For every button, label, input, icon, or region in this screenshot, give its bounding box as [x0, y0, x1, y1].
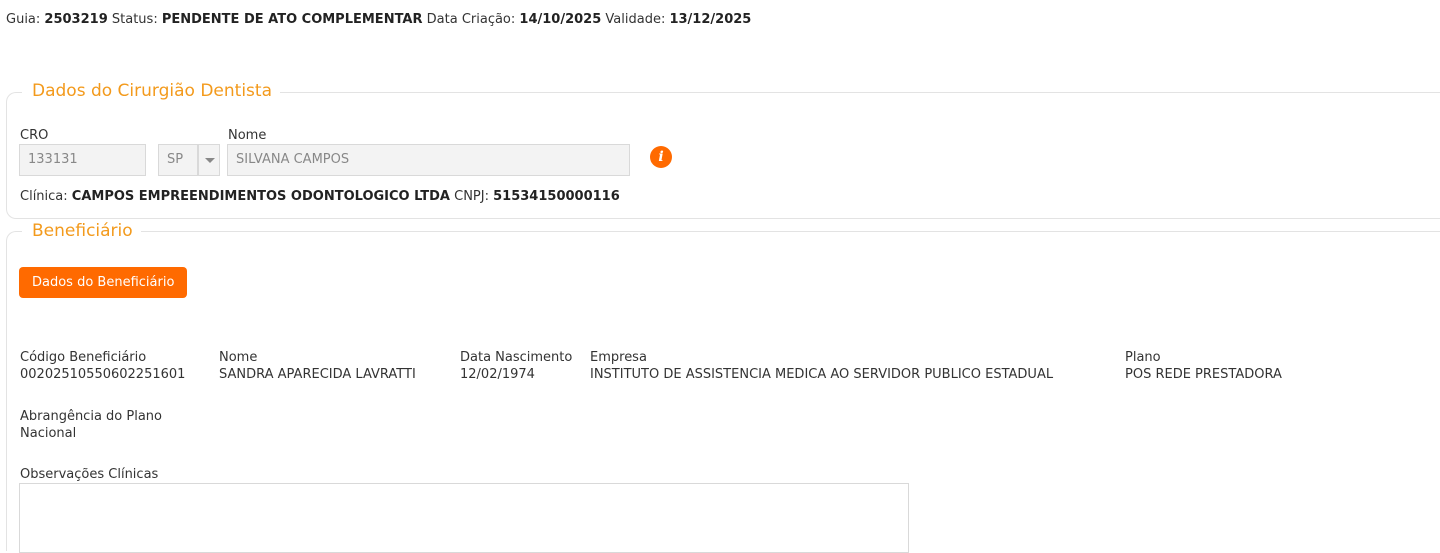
guia-label: Guia:: [6, 12, 41, 27]
plan-label: Plano: [1125, 350, 1161, 365]
creation-date-label: Data Criação:: [426, 12, 516, 27]
uf-select[interactable]: SP: [158, 144, 198, 176]
chevron-down-icon[interactable]: [198, 144, 220, 176]
plan-coverage-label: Abrangência do Plano: [20, 409, 162, 424]
guia-number: 2503219: [44, 12, 108, 27]
cro-field[interactable]: 133131: [19, 144, 146, 176]
beneficiary-data-button[interactable]: Dados do Beneficiário: [19, 267, 188, 298]
dentist-name-label: Nome: [228, 128, 267, 143]
beneficiary-code-value: 00202510550602251601: [20, 367, 186, 382]
clinic-name: CAMPOS EMPREENDIMENTOS ODONTOLOGICO LTDA: [71, 189, 450, 204]
status-label: Status:: [111, 12, 158, 27]
plan-coverage-value: Nacional: [20, 426, 77, 441]
info-icon[interactable]: i: [650, 146, 672, 168]
plan: Plano POS REDE PRESTADORA: [1125, 349, 1282, 383]
birth-date-label: Data Nascimento: [460, 350, 573, 365]
creation-date-value: 14/10/2025: [519, 12, 602, 27]
beneficiary-section-title: Beneficiário: [22, 221, 141, 241]
clinical-notes-textarea[interactable]: [19, 483, 909, 553]
validity-label: Validade:: [605, 12, 666, 27]
plan-value: POS REDE PRESTADORA: [1125, 367, 1282, 382]
company: Empresa INSTITUTO DE ASSISTENCIA MEDICA …: [590, 349, 1053, 383]
clinic-label: Clínica:: [20, 189, 68, 204]
validity-value: 13/12/2025: [669, 12, 752, 27]
clinical-notes-label: Observações Clínicas: [20, 467, 159, 482]
beneficiary-name: Nome SANDRA APARECIDA LAVRATTI: [219, 349, 416, 383]
cro-label: CRO: [20, 128, 49, 143]
dentist-name-field[interactable]: SILVANA CAMPOS: [227, 144, 630, 176]
birth-date-value: 12/02/1974: [460, 367, 535, 382]
birth-date: Data Nascimento 12/02/1974: [460, 349, 572, 383]
beneficiary-code-label: Código Beneficiário: [20, 350, 147, 365]
clinic-info: Clínica: CAMPOS EMPREENDIMENTOS ODONTOLO…: [20, 189, 620, 204]
status-value: PENDENTE DE ATO COMPLEMENTAR: [161, 12, 423, 27]
beneficiary-name-value: SANDRA APARECIDA LAVRATTI: [219, 367, 416, 382]
guia-summary: Guia: 2503219 Status: PENDENTE DE ATO CO…: [6, 12, 751, 27]
company-value: INSTITUTO DE ASSISTENCIA MEDICA AO SERVI…: [590, 367, 1054, 382]
company-label: Empresa: [590, 350, 647, 365]
beneficiary-code: Código Beneficiário 00202510550602251601: [20, 349, 185, 383]
cnpj-value: 51534150000116: [493, 189, 620, 204]
beneficiary-name-label: Nome: [219, 350, 258, 365]
cnpj-label: CNPJ:: [454, 189, 489, 204]
plan-coverage: Abrangência do Plano Nacional: [20, 408, 162, 442]
dentist-section-title: Dados do Cirurgião Dentista: [22, 81, 280, 101]
